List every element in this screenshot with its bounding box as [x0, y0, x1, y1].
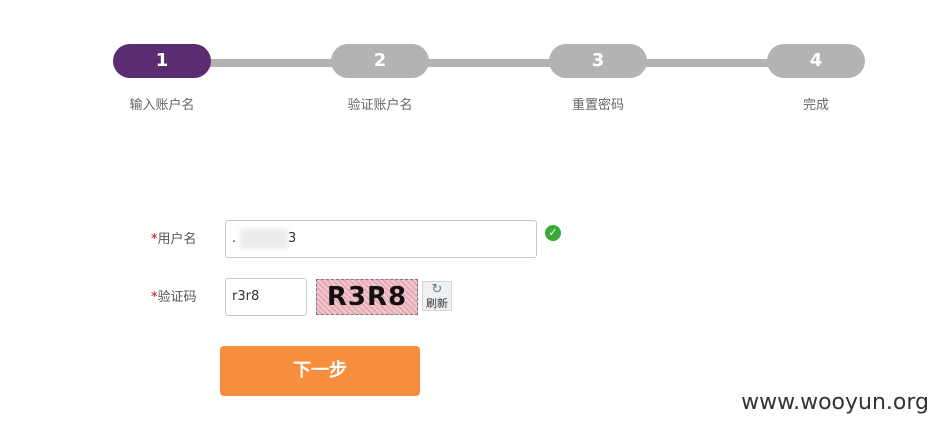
refresh-icon: ↻: [431, 282, 443, 297]
captcha-image-text: R3R8: [326, 282, 408, 312]
watermark: www.wooyun.org: [741, 390, 929, 415]
step-1-number: 1: [113, 44, 211, 78]
step-3-number: 3: [549, 44, 647, 78]
next-step-button[interactable]: 下一步: [220, 346, 420, 396]
step-4-label: 完成: [802, 98, 829, 113]
username-value-suffix: 3: [288, 231, 297, 246]
username-input[interactable]: . 3: [225, 220, 537, 258]
step-1-label: 输入账户名: [129, 98, 195, 113]
captcha-label-text: 验证码: [157, 290, 197, 305]
redacted-text: [240, 229, 288, 249]
step-4: 4 完成: [767, 44, 865, 113]
refresh-button[interactable]: ↻ 刷新: [422, 281, 452, 311]
username-label-text: 用户名: [157, 232, 197, 247]
step-2-label: 验证账户名: [347, 98, 413, 113]
refresh-label: 刷新: [426, 297, 448, 310]
username-label: *用户名: [151, 228, 197, 247]
captcha-value: r3r8: [232, 289, 260, 304]
captcha-label: *验证码: [151, 286, 197, 305]
step-2-number: 2: [331, 44, 429, 78]
step-4-number: 4: [767, 44, 865, 78]
step-2: 2 验证账户名: [331, 44, 429, 113]
captcha-input[interactable]: r3r8: [225, 278, 307, 316]
step-1: 1 输入账户名: [113, 44, 211, 113]
step-3-label: 重置密码: [571, 98, 624, 113]
username-value-prefix: .: [232, 231, 237, 246]
check-circle-icon: ✓: [545, 225, 561, 241]
step-3: 3 重置密码: [549, 44, 647, 113]
progress-steps: 1 输入账户名 2 验证账户名 3 重置密码 4 完成: [0, 0, 939, 120]
progress-track: [160, 59, 820, 67]
captcha-image[interactable]: R3R8: [316, 279, 418, 315]
